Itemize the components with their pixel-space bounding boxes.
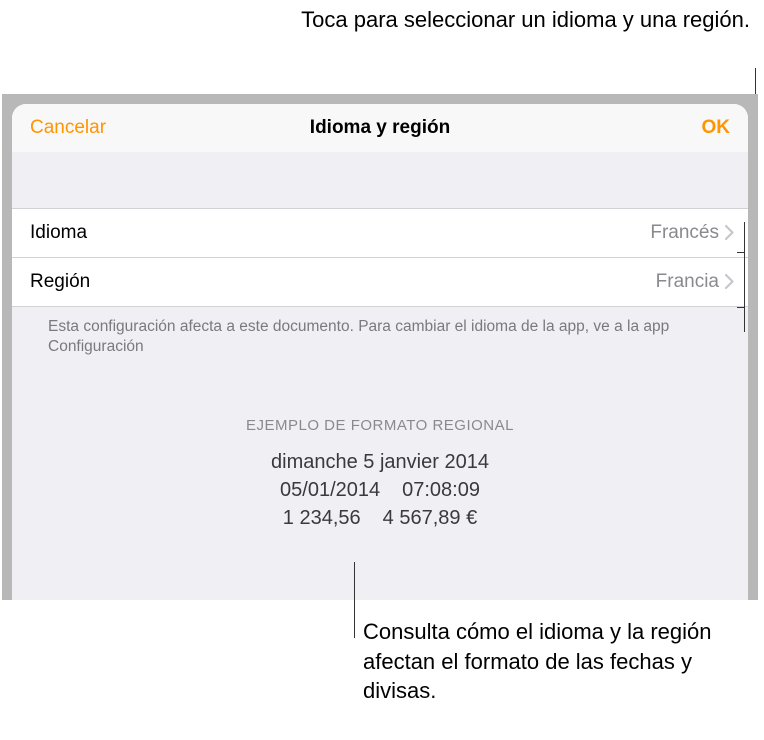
language-label: Idioma: [30, 222, 87, 244]
device-frame: Cancelar Idioma y región OK Idioma Franc…: [2, 94, 758, 600]
callout-leader-line: [354, 562, 355, 638]
example-currency: 4 567,89 €: [383, 504, 478, 532]
navigation-bar: Cancelar Idioma y región OK: [12, 104, 748, 152]
callout-select-language-region: Toca para seleccionar un idioma y una re…: [301, 6, 750, 35]
example-number: 1 234,56: [283, 504, 361, 532]
example-date-long: dimanche 5 janvier 2014: [12, 448, 748, 476]
language-region-sheet: Cancelar Idioma y región OK Idioma Franc…: [12, 104, 748, 600]
language-row[interactable]: Idioma Francés: [12, 208, 748, 257]
settings-footer-note: Esta configuración afecta a este documen…: [12, 307, 748, 357]
region-label: Región: [30, 271, 90, 293]
region-row[interactable]: Región Francia: [12, 257, 748, 307]
cancel-button[interactable]: Cancelar: [30, 117, 106, 139]
language-value: Francés: [650, 222, 719, 244]
example-header: EJEMPLO DE FORMATO REGIONAL: [12, 417, 748, 434]
ok-button[interactable]: OK: [702, 117, 731, 139]
settings-list: Idioma Francés Región Francia: [12, 208, 748, 307]
chevron-right-icon: [725, 222, 734, 244]
example-date-short: 05/01/2014: [280, 476, 380, 504]
spacer: [12, 152, 748, 208]
example-time: 07:08:09: [402, 476, 480, 504]
regional-format-example: EJEMPLO DE FORMATO REGIONAL dimanche 5 j…: [12, 417, 748, 532]
callout-format-explanation: Consulta cómo el idioma y la región afec…: [363, 617, 764, 706]
sheet-title: Idioma y región: [310, 117, 450, 139]
region-value: Francia: [656, 271, 719, 293]
chevron-right-icon: [725, 271, 734, 293]
